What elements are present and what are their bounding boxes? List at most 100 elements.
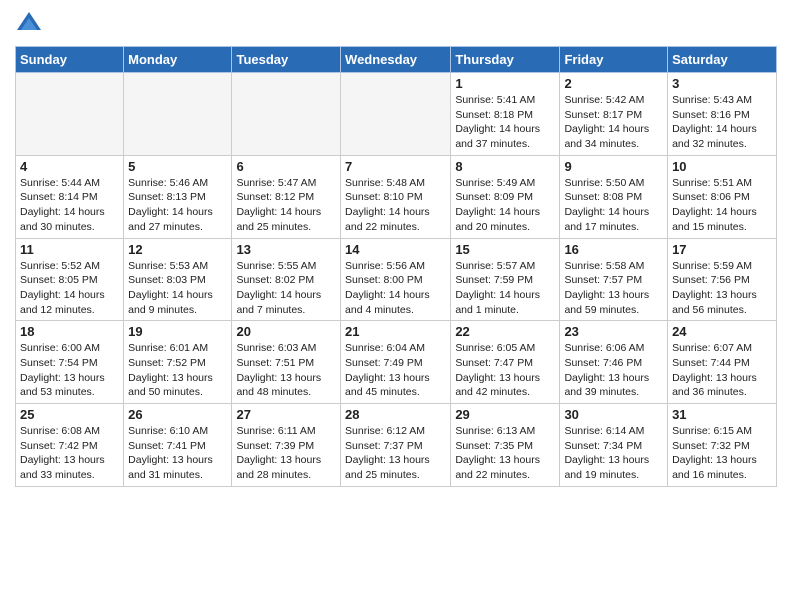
- day-info: Sunrise: 6:08 AM Sunset: 7:42 PM Dayligh…: [20, 424, 119, 483]
- day-info: Sunrise: 6:01 AM Sunset: 7:52 PM Dayligh…: [128, 341, 227, 400]
- day-info: Sunrise: 5:55 AM Sunset: 8:02 PM Dayligh…: [236, 259, 336, 318]
- day-info: Sunrise: 5:53 AM Sunset: 8:03 PM Dayligh…: [128, 259, 227, 318]
- day-number: 2: [564, 76, 663, 91]
- calendar-week-4: 18Sunrise: 6:00 AM Sunset: 7:54 PM Dayli…: [16, 321, 777, 404]
- calendar-cell: 10 Sunrise: 5:51 AM Sunset: 8:06 PM Dayli…: [668, 155, 777, 238]
- day-info: Sunrise: 5:41 AM Sunset: 8:18 PM Dayligh…: [455, 93, 555, 152]
- day-number: 8: [455, 159, 555, 174]
- calendar-cell: 30 Sunrise: 6:14 AM Sunset: 7:34 PM Dayli…: [560, 404, 668, 487]
- weekday-header-sunday: Sunday: [16, 47, 124, 73]
- day-info: Sunrise: 6:00 AM Sunset: 7:54 PM Dayligh…: [20, 341, 119, 400]
- calendar-header-row: SundayMondayTuesdayWednesdayThursdayFrid…: [16, 47, 777, 73]
- calendar-cell: 9Sunrise: 5:50 AM Sunset: 8:08 PM Daylig…: [560, 155, 668, 238]
- calendar-cell: [124, 73, 232, 156]
- day-info: Sunrise: 5:46 AM Sunset: 8:13 PM Dayligh…: [128, 176, 227, 235]
- day-info: Sunrise: 5:57 AM Sunset: 7:59 PM Dayligh…: [455, 259, 555, 318]
- logo: [15, 10, 45, 38]
- day-info: Sunrise: 6:07 AM Sunset: 7:44 PM Dayligh…: [672, 341, 772, 400]
- calendar-cell: 11 Sunrise: 5:52 AM Sunset: 8:05 PM Dayli…: [16, 238, 124, 321]
- day-info: Sunrise: 5:49 AM Sunset: 8:09 PM Dayligh…: [455, 176, 555, 235]
- calendar-cell: 26 Sunrise: 6:10 AM Sunset: 7:41 PM Dayli…: [124, 404, 232, 487]
- day-number: 7: [345, 159, 446, 174]
- day-number: 14: [345, 242, 446, 257]
- day-number: 29: [455, 407, 555, 422]
- day-info: Sunrise: 5:58 AM Sunset: 7:57 PM Dayligh…: [564, 259, 663, 318]
- day-number: 11: [20, 242, 119, 257]
- day-info: Sunrise: 5:56 AM Sunset: 8:00 PM Dayligh…: [345, 259, 446, 318]
- day-number: 22: [455, 324, 555, 339]
- calendar-cell: 24 Sunrise: 6:07 AM Sunset: 7:44 PM Dayli…: [668, 321, 777, 404]
- day-number: 26: [128, 407, 227, 422]
- day-info: Sunrise: 5:59 AM Sunset: 7:56 PM Dayligh…: [672, 259, 772, 318]
- day-number: 13: [236, 242, 336, 257]
- day-number: 23: [564, 324, 663, 339]
- calendar-cell: 2 Sunrise: 5:42 AM Sunset: 8:17 PM Daylig…: [560, 73, 668, 156]
- calendar-week-5: 25 Sunrise: 6:08 AM Sunset: 7:42 PM Dayli…: [16, 404, 777, 487]
- day-number: 27: [236, 407, 336, 422]
- day-number: 1: [455, 76, 555, 91]
- day-number: 12: [128, 242, 227, 257]
- day-number: 31: [672, 407, 772, 422]
- calendar-cell: 27 Sunrise: 6:11 AM Sunset: 7:39 PM Dayli…: [232, 404, 341, 487]
- day-info: Sunrise: 6:04 AM Sunset: 7:49 PM Dayligh…: [345, 341, 446, 400]
- weekday-header-tuesday: Tuesday: [232, 47, 341, 73]
- day-number: 5: [128, 159, 227, 174]
- day-number: 17: [672, 242, 772, 257]
- calendar-table: SundayMondayTuesdayWednesdayThursdayFrid…: [15, 46, 777, 487]
- logo-icon: [15, 10, 43, 38]
- calendar-cell: 21Sunrise: 6:04 AM Sunset: 7:49 PM Dayli…: [341, 321, 451, 404]
- day-info: Sunrise: 5:47 AM Sunset: 8:12 PM Dayligh…: [236, 176, 336, 235]
- calendar-cell: 31 Sunrise: 6:15 AM Sunset: 7:32 PM Dayli…: [668, 404, 777, 487]
- day-info: Sunrise: 5:52 AM Sunset: 8:05 PM Dayligh…: [20, 259, 119, 318]
- day-number: 9: [564, 159, 663, 174]
- day-info: Sunrise: 6:13 AM Sunset: 7:35 PM Dayligh…: [455, 424, 555, 483]
- day-number: 25: [20, 407, 119, 422]
- weekday-header-thursday: Thursday: [451, 47, 560, 73]
- day-number: 20: [236, 324, 336, 339]
- calendar-cell: 13 Sunrise: 5:55 AM Sunset: 8:02 PM Dayli…: [232, 238, 341, 321]
- day-info: Sunrise: 6:11 AM Sunset: 7:39 PM Dayligh…: [236, 424, 336, 483]
- calendar-cell: 7Sunrise: 5:48 AM Sunset: 8:10 PM Daylig…: [341, 155, 451, 238]
- day-info: Sunrise: 6:05 AM Sunset: 7:47 PM Dayligh…: [455, 341, 555, 400]
- calendar-cell: 3 Sunrise: 5:43 AM Sunset: 8:16 PM Daylig…: [668, 73, 777, 156]
- day-info: Sunrise: 6:03 AM Sunset: 7:51 PM Dayligh…: [236, 341, 336, 400]
- calendar-cell: [341, 73, 451, 156]
- day-number: 10: [672, 159, 772, 174]
- day-number: 30: [564, 407, 663, 422]
- weekday-header-saturday: Saturday: [668, 47, 777, 73]
- calendar-week-2: 4 Sunrise: 5:44 AM Sunset: 8:14 PM Daylig…: [16, 155, 777, 238]
- day-number: 28: [345, 407, 446, 422]
- calendar-cell: 22 Sunrise: 6:05 AM Sunset: 7:47 PM Dayli…: [451, 321, 560, 404]
- calendar-cell: 19 Sunrise: 6:01 AM Sunset: 7:52 PM Dayli…: [124, 321, 232, 404]
- day-info: Sunrise: 6:06 AM Sunset: 7:46 PM Dayligh…: [564, 341, 663, 400]
- weekday-header-monday: Monday: [124, 47, 232, 73]
- calendar-week-3: 11 Sunrise: 5:52 AM Sunset: 8:05 PM Dayli…: [16, 238, 777, 321]
- calendar-cell: 20 Sunrise: 6:03 AM Sunset: 7:51 PM Dayli…: [232, 321, 341, 404]
- day-info: Sunrise: 6:15 AM Sunset: 7:32 PM Dayligh…: [672, 424, 772, 483]
- calendar-body: 1 Sunrise: 5:41 AM Sunset: 8:18 PM Daylig…: [16, 73, 777, 487]
- day-number: 15: [455, 242, 555, 257]
- calendar-cell: 6 Sunrise: 5:47 AM Sunset: 8:12 PM Daylig…: [232, 155, 341, 238]
- day-info: Sunrise: 5:42 AM Sunset: 8:17 PM Dayligh…: [564, 93, 663, 152]
- calendar-cell: 17 Sunrise: 5:59 AM Sunset: 7:56 PM Dayli…: [668, 238, 777, 321]
- calendar-week-1: 1 Sunrise: 5:41 AM Sunset: 8:18 PM Daylig…: [16, 73, 777, 156]
- weekday-header-friday: Friday: [560, 47, 668, 73]
- day-number: 6: [236, 159, 336, 174]
- calendar-cell: 29 Sunrise: 6:13 AM Sunset: 7:35 PM Dayli…: [451, 404, 560, 487]
- calendar-cell: 14 Sunrise: 5:56 AM Sunset: 8:00 PM Dayli…: [341, 238, 451, 321]
- calendar-cell: 25 Sunrise: 6:08 AM Sunset: 7:42 PM Dayli…: [16, 404, 124, 487]
- day-info: Sunrise: 6:14 AM Sunset: 7:34 PM Dayligh…: [564, 424, 663, 483]
- day-number: 24: [672, 324, 772, 339]
- day-info: Sunrise: 5:51 AM Sunset: 8:06 PM Dayligh…: [672, 176, 772, 235]
- day-number: 3: [672, 76, 772, 91]
- calendar-cell: 23 Sunrise: 6:06 AM Sunset: 7:46 PM Dayli…: [560, 321, 668, 404]
- day-info: Sunrise: 5:44 AM Sunset: 8:14 PM Dayligh…: [20, 176, 119, 235]
- weekday-header-wednesday: Wednesday: [341, 47, 451, 73]
- day-number: 4: [20, 159, 119, 174]
- day-number: 16: [564, 242, 663, 257]
- day-info: Sunrise: 6:10 AM Sunset: 7:41 PM Dayligh…: [128, 424, 227, 483]
- day-info: Sunrise: 5:43 AM Sunset: 8:16 PM Dayligh…: [672, 93, 772, 152]
- day-number: 19: [128, 324, 227, 339]
- calendar-cell: 1 Sunrise: 5:41 AM Sunset: 8:18 PM Daylig…: [451, 73, 560, 156]
- calendar-cell: 28Sunrise: 6:12 AM Sunset: 7:37 PM Dayli…: [341, 404, 451, 487]
